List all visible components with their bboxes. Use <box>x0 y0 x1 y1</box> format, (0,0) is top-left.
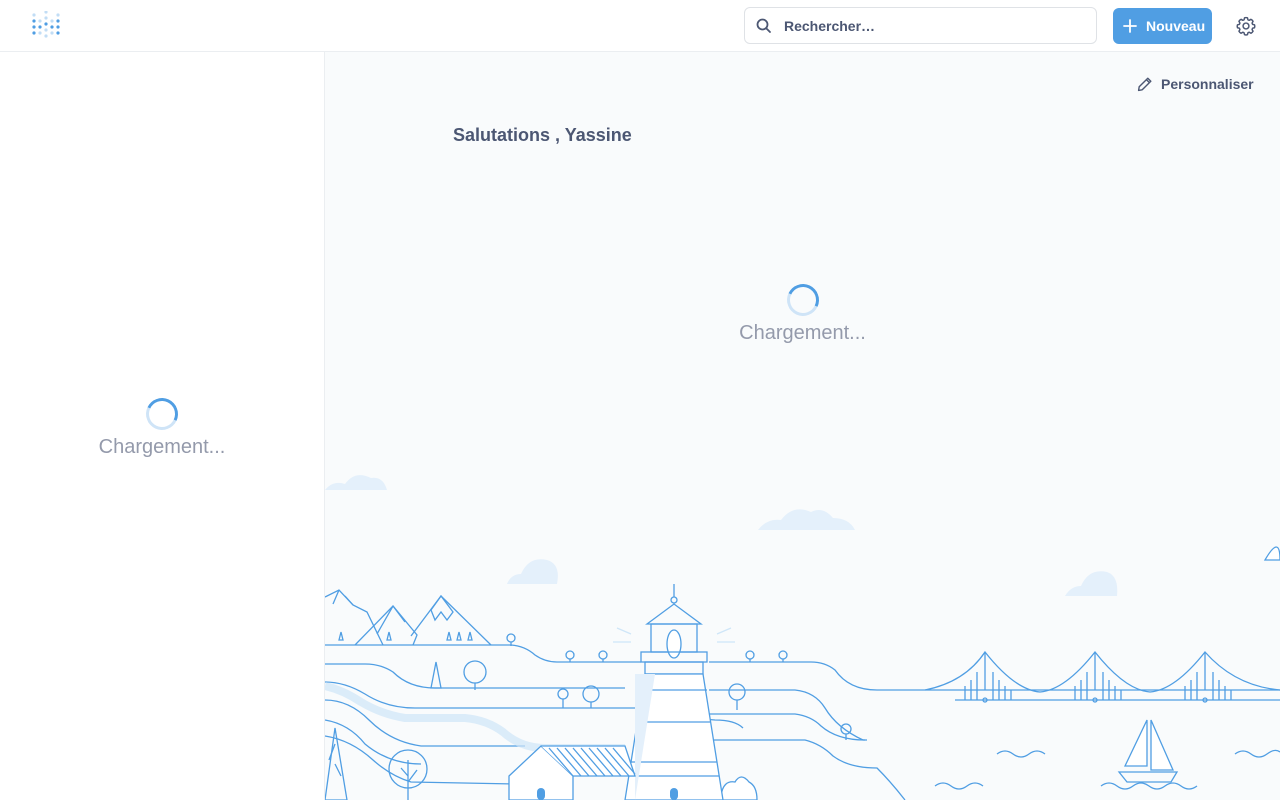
new-button-label: Nouveau <box>1146 18 1206 34</box>
customize-label: Personnaliser <box>1161 76 1254 92</box>
house-graphic <box>508 745 636 800</box>
top-navigation-bar: Nouveau <box>0 0 1280 52</box>
main-loading-text: Chargement... <box>739 322 866 344</box>
pencil-icon <box>1137 76 1153 92</box>
plus-icon <box>1123 19 1137 33</box>
search-input[interactable] <box>782 16 1072 35</box>
landscape-illustration <box>325 475 1280 800</box>
sidebar: Chargement... <box>0 52 325 800</box>
customize-button[interactable]: Personnaliser <box>1137 76 1254 92</box>
bridge-graphic <box>924 650 1280 703</box>
metabase-logo-icon[interactable] <box>30 10 60 41</box>
sidebar-loading-text: Chargement... <box>98 436 226 458</box>
main-content: Personnaliser Salutations , Yassine Char… <box>325 52 1280 800</box>
gear-icon[interactable] <box>1235 15 1257 37</box>
main-loading-indicator: Chargement... <box>735 279 870 345</box>
loading-spinner-icon <box>141 393 183 435</box>
new-button[interactable]: Nouveau <box>1113 8 1212 44</box>
search-bar[interactable] <box>744 7 1097 44</box>
greeting-heading: Salutations , Yassine <box>453 125 632 145</box>
search-icon <box>755 17 773 35</box>
loading-spinner-icon <box>781 279 824 321</box>
sidebar-loading-indicator: Chargement... <box>98 393 226 459</box>
